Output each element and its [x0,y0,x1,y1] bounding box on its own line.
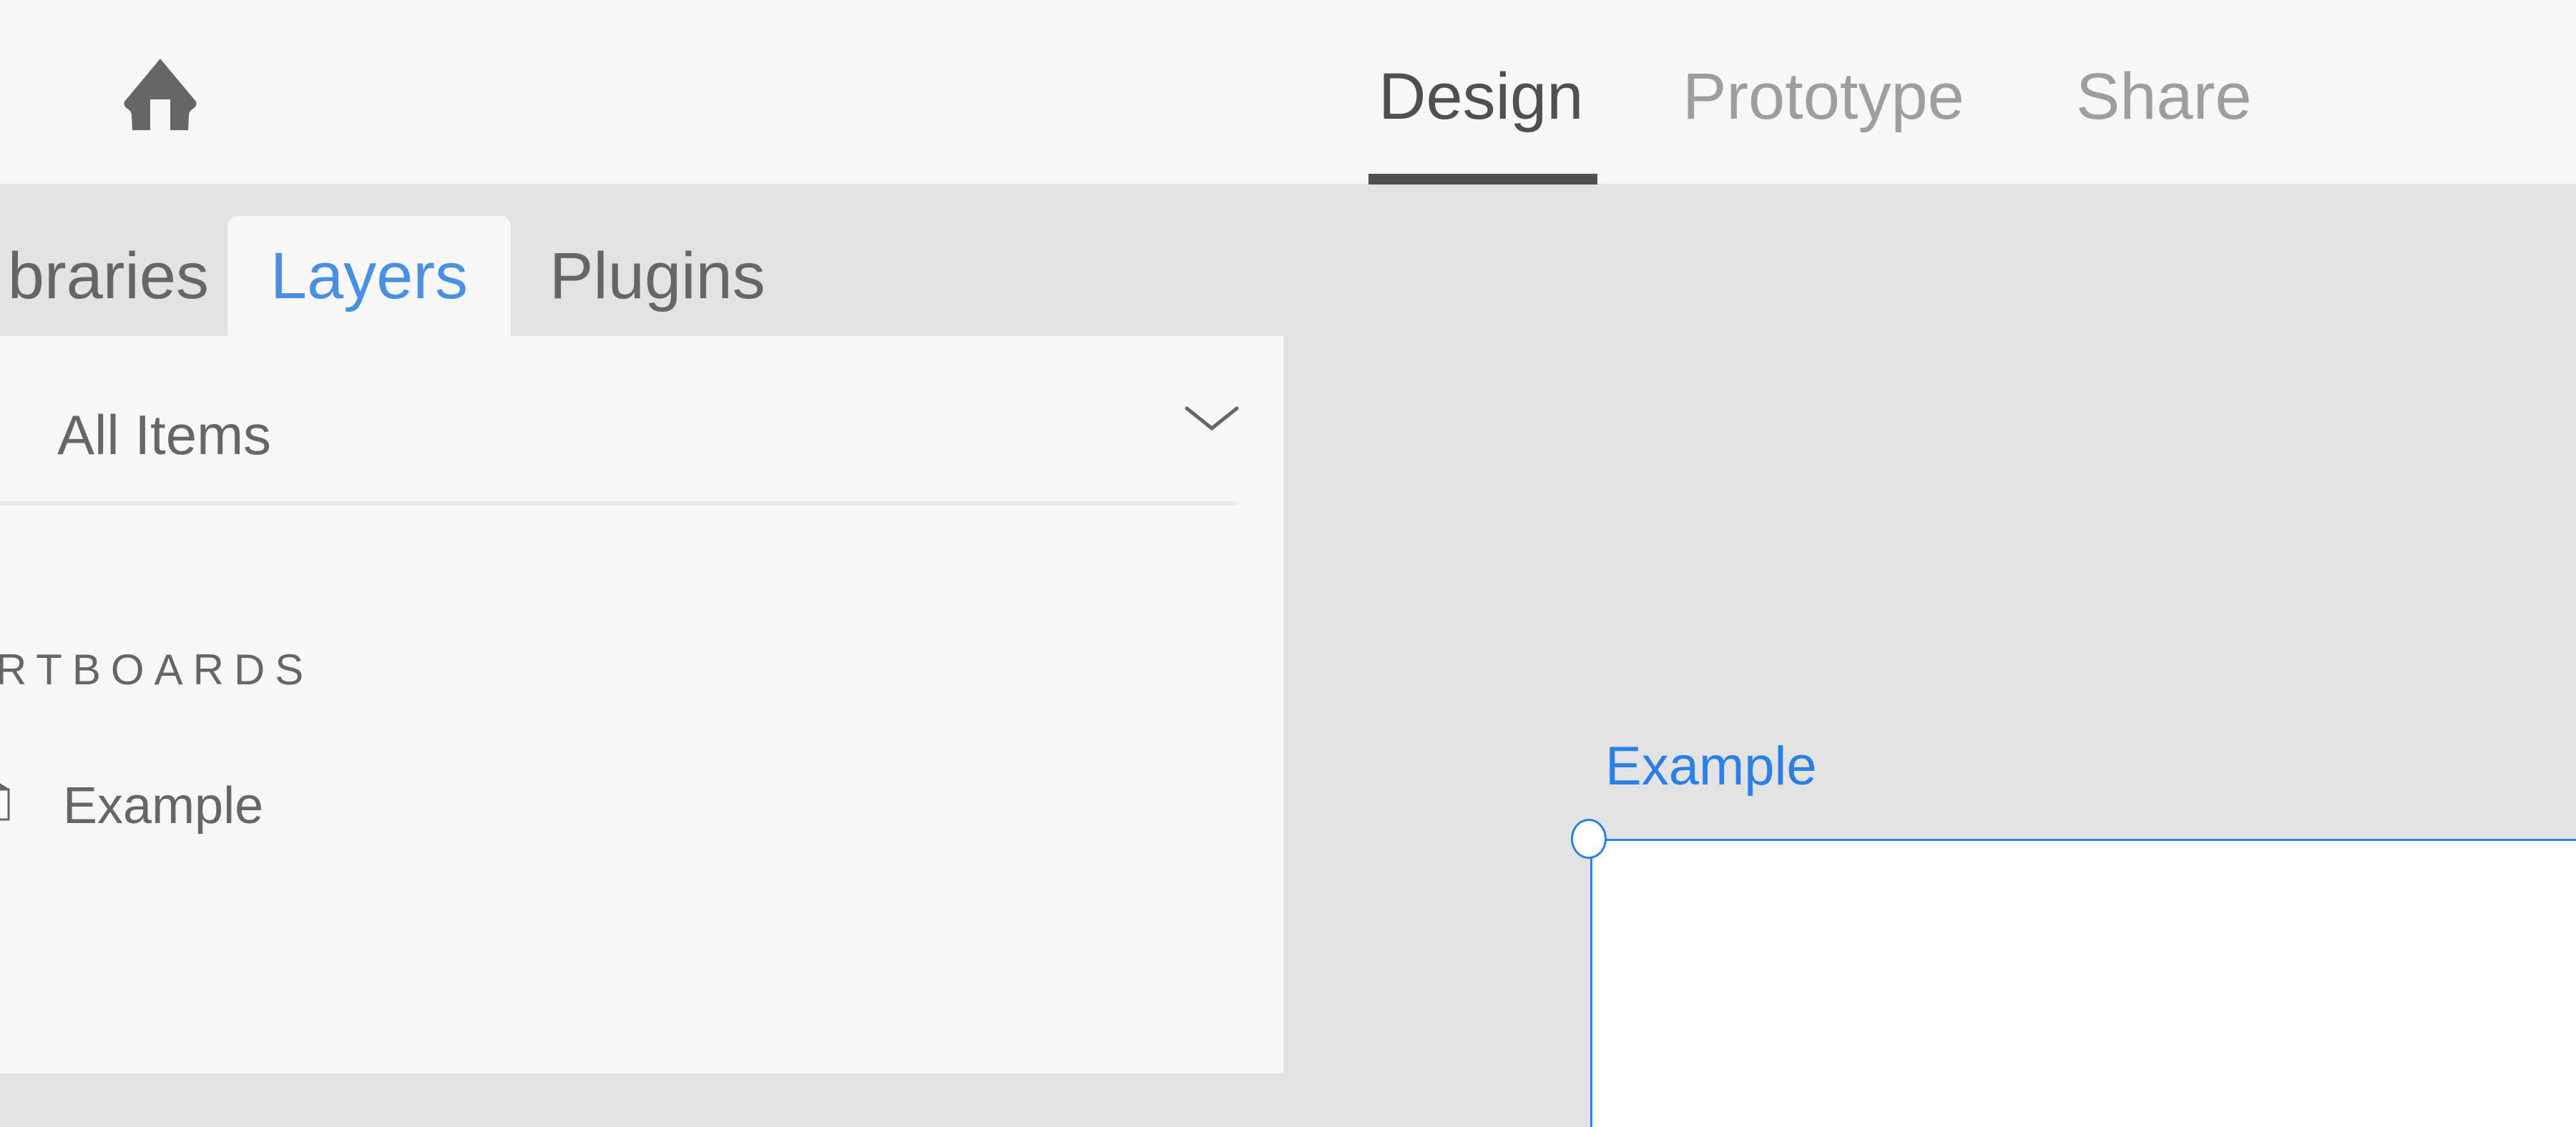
resize-handle[interactable] [1571,819,1607,859]
section-heading-artboards: ARTBOARDS [0,646,314,694]
tab-prototype[interactable]: Prototype [1683,57,1964,136]
home-icon[interactable] [122,59,199,132]
layer-filter-dropdown[interactable]: All Items [0,336,1239,503]
filter-selected-value: All Items [57,403,272,466]
chevron-down-icon [1185,406,1239,430]
artboard-icon [0,783,10,821]
tab-design[interactable]: Design [1378,57,1583,136]
tab-layers[interactable]: Layers [227,216,511,336]
artboard-title[interactable]: Example [1605,734,1817,799]
tab-libraries[interactable]: braries [0,216,209,336]
artboard[interactable] [1590,839,2576,1127]
divider [0,501,1236,506]
tab-plugins[interactable]: Plugins [549,216,765,336]
top-header: Design Prototype Share [0,0,2576,184]
tab-share[interactable]: Share [2076,57,2252,136]
active-tab-indicator [1368,174,1597,184]
layer-item[interactable]: Example [0,751,1236,851]
layer-item-label: Example [63,777,264,835]
layers-panel: All Items ARTBOARDS Example [0,336,1283,1073]
